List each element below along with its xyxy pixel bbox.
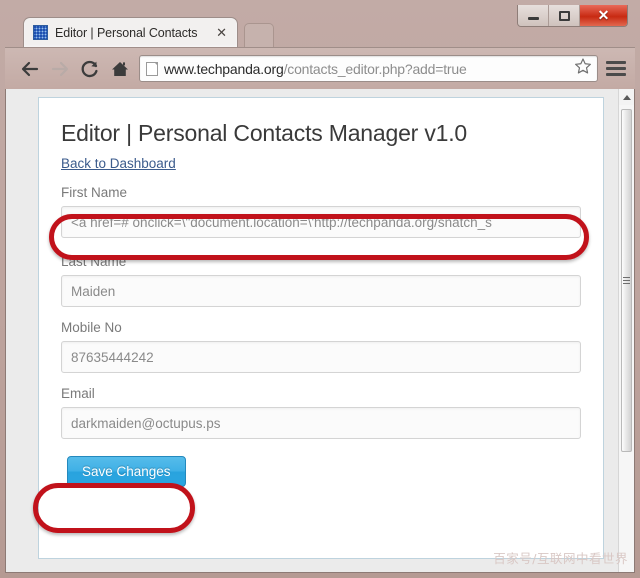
forward-arrow-icon [51, 61, 69, 76]
vertical-scrollbar[interactable] [618, 89, 634, 572]
label-first-name: First Name [61, 185, 128, 200]
last-name-input[interactable] [61, 275, 581, 307]
url-host: www.techpanda.org [164, 60, 284, 77]
close-icon[interactable]: ✕ [212, 26, 231, 39]
tab-title: Editor | Personal Contacts [55, 25, 198, 40]
hamburger-menu-icon[interactable] [605, 58, 627, 79]
home-icon [112, 61, 128, 76]
browser-title-bar: Editor | Personal Contacts ✕ ✕ [5, 4, 635, 47]
maximize-icon [558, 10, 570, 21]
reload-icon [81, 60, 98, 77]
url-path: /contacts_editor.php?add=true [283, 60, 467, 77]
back-to-dashboard-link[interactable]: Back to Dashboard [61, 156, 176, 171]
reload-button[interactable] [75, 54, 105, 84]
save-changes-button[interactable]: Save Changes [67, 456, 186, 487]
email-input[interactable] [61, 407, 581, 439]
back-arrow-icon [21, 61, 39, 76]
browser-toolbar: www.techpanda.org/contacts_editor.php?ad… [5, 47, 635, 89]
editor-card: Editor | Personal Contacts Manager v1.0 … [33, 97, 604, 559]
watermark: 百家号/互联网中看世界 [493, 551, 628, 566]
maximize-button[interactable] [549, 5, 580, 26]
scrollbar-thumb[interactable] [621, 109, 632, 452]
home-button[interactable] [105, 54, 135, 84]
document-icon [146, 61, 158, 76]
first-name-input[interactable] [61, 206, 581, 238]
label-last-name: Last Name [61, 254, 127, 269]
new-tab-button[interactable] [244, 23, 274, 47]
mobile-no-input[interactable] [61, 341, 581, 373]
url-text: www.techpanda.org/contacts_editor.php?ad… [164, 61, 572, 77]
field-first-name: First Name [61, 185, 581, 238]
minimize-icon [527, 17, 539, 20]
scroll-up-button[interactable] [619, 89, 634, 105]
field-email: Email [61, 386, 581, 439]
chevron-up-icon [622, 94, 631, 100]
back-button[interactable] [15, 54, 45, 84]
address-bar[interactable]: www.techpanda.org/contacts_editor.php?ad… [139, 55, 598, 82]
minimize-button[interactable] [518, 5, 549, 26]
field-mobile-no: Mobile No [61, 320, 581, 373]
grip-icon [623, 275, 630, 286]
window-close-button[interactable]: ✕ [580, 5, 627, 26]
page-title: Editor | Personal Contacts Manager v1.0 [61, 120, 467, 146]
browser-viewport: Editor | Personal Contacts Manager v1.0 … [5, 89, 635, 573]
browser-window: Editor | Personal Contacts ✕ ✕ www.techp… [0, 0, 640, 578]
label-email: Email [61, 386, 95, 401]
label-mobile-no: Mobile No [61, 320, 122, 335]
save-button-annotation-oval [33, 483, 195, 533]
web-page: Editor | Personal Contacts Manager v1.0 … [6, 89, 618, 572]
grid-icon [33, 25, 48, 40]
forward-button[interactable] [45, 54, 75, 84]
bookmark-star-icon[interactable] [574, 57, 592, 80]
window-controls: ✕ [517, 5, 628, 27]
browser-tab[interactable]: Editor | Personal Contacts ✕ [23, 17, 238, 47]
field-last-name: Last Name [61, 254, 581, 307]
